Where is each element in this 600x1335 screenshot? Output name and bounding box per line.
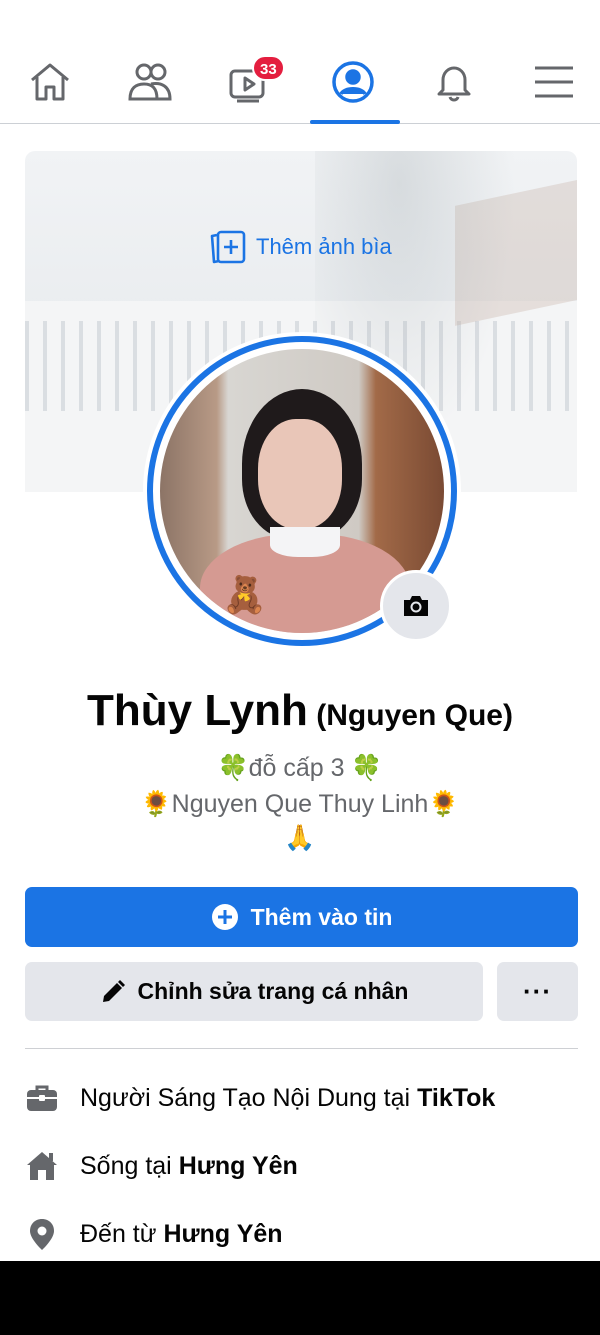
tab-notifications[interactable]: [404, 40, 504, 123]
bio-line-2: 🌻Nguyen Que Thuy Linh🌻: [140, 790, 460, 818]
change-profile-picture-button[interactable]: [380, 570, 452, 642]
section-divider: [25, 1048, 578, 1049]
add-to-story-button[interactable]: Thêm vào tin: [25, 887, 578, 947]
detail-work-value[interactable]: TikTok: [417, 1084, 495, 1113]
tab-home[interactable]: [0, 40, 100, 123]
detail-from-value[interactable]: Hưng Yên: [164, 1220, 283, 1249]
tab-profile[interactable]: [303, 40, 403, 124]
camera-icon: [404, 596, 428, 616]
plus-circle-icon: [211, 904, 238, 930]
detail-work: Người Sáng Tạo Nội Dung tại TikTok: [25, 1081, 495, 1115]
detail-lives-in-prefix: Sống tại: [80, 1151, 172, 1180]
house-icon: [27, 1152, 57, 1180]
alternate-name: (Nguyen Que): [316, 699, 513, 732]
more-options-icon: ···: [523, 976, 552, 1006]
bio-line-3: 🙏: [284, 824, 316, 852]
more-options-button[interactable]: ···: [497, 962, 578, 1021]
notification-badge: 33: [252, 55, 285, 81]
tab-friends[interactable]: [100, 40, 200, 123]
home-icon: [31, 63, 69, 100]
add-cover-label: Thêm ảnh bìa: [256, 234, 392, 259]
avatar-face: [258, 419, 342, 529]
add-photo-icon: [210, 230, 246, 264]
profile-name: Thùy Lynh (Nguyen Que): [0, 686, 600, 736]
display-name: Thùy Lynh: [87, 686, 308, 735]
detail-work-prefix: Người Sáng Tạo Nội Dung tại: [80, 1083, 411, 1112]
profile-icon: [332, 60, 374, 103]
add-cover-photo-button[interactable]: Thêm ảnh bìa: [208, 227, 392, 267]
avatar-collar: [270, 527, 340, 557]
detail-from: Đến từ Hưng Yên: [25, 1217, 283, 1251]
teddy-bear-sticker: 🧸: [222, 574, 267, 615]
detail-from-prefix: Đến từ: [80, 1219, 157, 1248]
tab-menu[interactable]: [504, 40, 600, 123]
hamburger-icon: [535, 66, 573, 97]
bell-icon: [437, 66, 471, 101]
detail-lives-in: Sống tại Hưng Yên: [25, 1149, 298, 1183]
system-navigation-bar: [0, 1261, 600, 1335]
top-navigation: 33: [0, 40, 600, 124]
add-to-story-label: Thêm vào tin: [250, 903, 393, 930]
bio-line-1: 🍀đỗ cấp 3 🍀: [217, 754, 383, 782]
edit-profile-label: Chỉnh sửa trang cá nhân: [137, 978, 409, 1004]
friends-icon: [128, 63, 172, 100]
location-pin-icon: [30, 1219, 54, 1250]
detail-lives-in-value[interactable]: Hưng Yên: [179, 1152, 298, 1181]
briefcase-icon: [27, 1085, 57, 1111]
pencil-icon: [102, 979, 125, 1002]
tab-watch[interactable]: 33: [200, 40, 300, 123]
active-tab-indicator: [310, 120, 400, 124]
edit-profile-button[interactable]: Chỉnh sửa trang cá nhân: [25, 962, 483, 1021]
